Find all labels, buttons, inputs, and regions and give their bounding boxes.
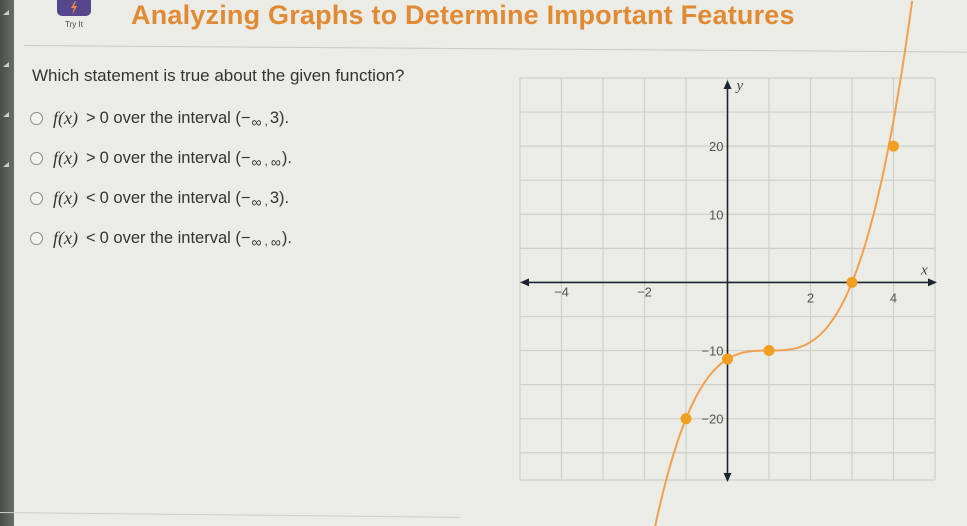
graph-point	[888, 140, 899, 152]
curve	[654, 0, 914, 526]
y-tick-label: −20	[701, 412, 723, 427]
graph-point	[763, 345, 775, 357]
y-tick-label: 20	[709, 139, 723, 154]
x-tick-label: 4	[890, 290, 897, 305]
axes	[520, 80, 937, 482]
y-axis-down-arrow	[723, 473, 732, 482]
graph-point	[846, 276, 858, 288]
x-axis-left-arrow	[520, 278, 529, 287]
y-tick-label: 10	[709, 207, 723, 222]
y-tick-label: −10	[701, 344, 723, 359]
x-tick-label: −2	[637, 284, 652, 299]
function-curve	[654, 0, 914, 526]
graph-point	[680, 413, 692, 425]
x-axis-label: x	[920, 262, 928, 278]
x-axis-right-arrow	[928, 278, 937, 287]
graph-point	[722, 353, 733, 365]
y-axis-label: y	[735, 78, 744, 94]
function-graph: x y −4 −2 2 4 20 10 −10 −20	[519, 0, 937, 526]
x-tick-label: 2	[807, 290, 814, 305]
y-axis-up-arrow	[723, 80, 732, 89]
x-tick-label: −4	[554, 284, 569, 299]
tick-labels: x y −4 −2 2 4 20 10 −10 −20	[554, 78, 928, 427]
